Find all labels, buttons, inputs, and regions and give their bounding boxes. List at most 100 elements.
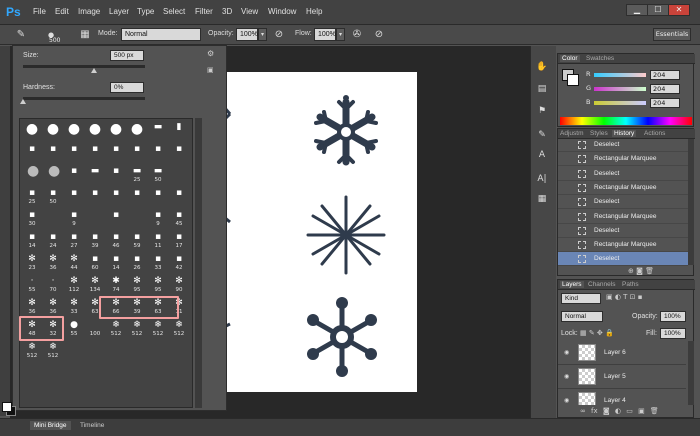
brush-preset[interactable]: ✻ 95 xyxy=(148,275,168,296)
size-slider[interactable] xyxy=(23,65,145,68)
brush-preset[interactable]: ✻ 23 xyxy=(22,253,42,274)
brush-preset[interactable]: ▪ xyxy=(43,143,63,164)
brush-preset[interactable]: ▪ 33 xyxy=(148,253,168,274)
lock-icon[interactable]: ▦ ✎ ✥ 🔒 xyxy=(580,329,630,339)
brush-preset[interactable]: ❄ 512 xyxy=(127,319,147,340)
brush-preset[interactable]: ● xyxy=(22,164,42,186)
layer-row[interactable]: ◉ Layer 4 xyxy=(558,389,686,405)
layer-filter-icons[interactable]: ▣ ◐ T ⊡ ▪ xyxy=(606,293,692,304)
brush-preset[interactable]: ✻ 33 xyxy=(64,297,84,318)
brush-preset[interactable]: 100 xyxy=(85,319,105,340)
new-preset-icon[interactable]: ▣ xyxy=(207,66,217,76)
layer-filter-kind[interactable]: Kind xyxy=(561,293,601,304)
brush-preset[interactable]: ▬ xyxy=(85,165,105,186)
history-item[interactable]: Deselect xyxy=(558,224,688,238)
brush-preset[interactable]: ▪ 50 xyxy=(43,187,63,208)
tab-timeline[interactable]: Timeline xyxy=(76,421,108,430)
brush-preset[interactable]: ▮ xyxy=(169,121,189,142)
history-item[interactable]: Rectangular Marquee xyxy=(558,210,688,224)
size-input[interactable]: 500 px xyxy=(110,50,144,61)
brush-preset[interactable]: ▪ 9 xyxy=(148,209,168,230)
brush-panel-toggle-icon[interactable]: ▦ xyxy=(78,28,92,42)
brush-preset[interactable]: ▪ xyxy=(106,187,126,208)
brush-preset[interactable]: ✻ 95 xyxy=(127,275,147,296)
menu-view[interactable]: View xyxy=(241,7,258,16)
close-button[interactable]: ✕ xyxy=(668,4,690,16)
brush-preset[interactable] xyxy=(43,209,63,230)
layer-name[interactable]: Layer 6 xyxy=(604,349,626,356)
brush-preset[interactable]: ▪ 24 xyxy=(43,231,63,252)
brush-preset[interactable]: ▪ xyxy=(85,143,105,164)
g-input[interactable]: 204 xyxy=(650,84,680,94)
brush-preset[interactable]: ▪ 14 xyxy=(22,231,42,252)
brush-preset[interactable]: ● xyxy=(127,121,147,142)
brush-preset[interactable]: ▪ xyxy=(106,165,126,186)
brush-preset[interactable]: ▪ xyxy=(148,187,168,208)
gear-icon[interactable]: ⚙ xyxy=(207,49,217,59)
brush-preset[interactable]: ▪ 45 xyxy=(169,209,189,230)
brush-preset[interactable]: ▪ xyxy=(64,165,84,186)
layer-row[interactable]: ◉ Layer 5 xyxy=(558,365,686,389)
brush-preset[interactable]: ● 55 xyxy=(64,319,84,340)
menu-type[interactable]: Type xyxy=(137,7,154,16)
tab-layers[interactable]: Layers xyxy=(560,281,584,288)
brush-preset[interactable]: ▪ 46 xyxy=(106,231,126,252)
brush-preset[interactable]: ✻ 134 xyxy=(85,275,105,296)
mode-select[interactable]: Normal xyxy=(121,28,201,41)
paragraph-icon[interactable]: A| xyxy=(535,172,549,186)
tab-channels[interactable]: Channels xyxy=(588,281,615,288)
brush-preset[interactable]: ✻ 112 xyxy=(64,275,84,296)
brush-preset[interactable]: ● xyxy=(85,121,105,142)
brush-preset[interactable]: ✻ 36 xyxy=(43,297,63,318)
brush-preset-list[interactable]: ● ● ● ● ● ● ▬ ▮ ▪ ▪ ▪ ▪ ▪ ▪ ▪ ▪ ● ● ▪ ▬ ▪ ▬ 25 ▬ 50 ▪ 25 ▪ 50 ▪ ▪ ▪ ▪ ▪ ▪ ▪… xyxy=(19,118,193,408)
background-color-swatch[interactable] xyxy=(567,74,579,86)
history-item[interactable]: Rectangular Marquee xyxy=(558,152,688,167)
brush-preset[interactable]: ▪ xyxy=(85,187,105,208)
brush-preset[interactable]: ▬ 50 xyxy=(148,165,168,186)
brush-preset[interactable]: ▬ 25 xyxy=(127,165,147,186)
layers-scrollbar[interactable] xyxy=(688,341,694,405)
brush-preset[interactable]: ▪ 30 xyxy=(22,209,42,230)
g-slider[interactable] xyxy=(594,87,646,91)
hardness-slider[interactable] xyxy=(23,97,145,100)
workspace-switcher[interactable]: Essentials xyxy=(653,28,691,41)
brush-preset[interactable] xyxy=(169,165,189,186)
brush-preset[interactable]: ▪ xyxy=(106,209,126,230)
layer-row[interactable]: ◉ Layer 6 xyxy=(558,341,686,365)
brush-preset[interactable]: ● xyxy=(22,121,42,142)
history-footer-icons[interactable]: ⊕ ◙ 🗑 xyxy=(628,267,688,275)
info-icon[interactable]: ▦ xyxy=(535,192,549,206)
menu-filter[interactable]: Filter xyxy=(195,7,213,16)
brush-preset[interactable]: ▪ 9 xyxy=(64,209,84,230)
brush-preset[interactable]: ❄ 512 xyxy=(148,319,168,340)
opacity-dropdown-arrow[interactable]: ▾ xyxy=(258,28,267,41)
layer-opacity-input[interactable]: 100% xyxy=(660,311,686,322)
brush-preset[interactable]: ▪ xyxy=(64,187,84,208)
brush-tool-icon[interactable]: ✎ xyxy=(14,28,28,42)
history-item[interactable]: Deselect xyxy=(558,252,688,266)
brush-preset[interactable]: · 55 xyxy=(22,275,42,296)
opacity-input[interactable]: 100% xyxy=(236,28,258,41)
menu-help[interactable]: Help xyxy=(306,7,322,16)
minimize-button[interactable]: ▁ xyxy=(626,4,648,16)
brush-preset[interactable]: ▪ 17 xyxy=(169,231,189,252)
brush-preset[interactable]: ▪ 42 xyxy=(169,253,189,274)
history-scrollbar[interactable] xyxy=(688,139,694,265)
brush-preset[interactable]: ▪ 25 xyxy=(22,187,42,208)
fill-input[interactable]: 100% xyxy=(660,328,686,339)
history-item[interactable]: Rectangular Marquee xyxy=(558,181,688,195)
brush-preset[interactable]: ✻ 44 xyxy=(64,253,84,274)
brush-preset[interactable]: ▪ xyxy=(64,143,84,164)
eye-icon[interactable]: ◉ xyxy=(564,349,572,356)
pressure-size-icon[interactable]: ⊘ xyxy=(372,28,386,42)
airbrush-icon[interactable]: ✇ xyxy=(350,28,364,42)
history-brush-icon[interactable]: ✋ xyxy=(535,60,549,74)
brush-preset[interactable]: ▪ xyxy=(127,143,147,164)
fg-color-swatch[interactable] xyxy=(2,402,12,412)
brush-preset[interactable]: ▪ xyxy=(169,187,189,208)
menu-image[interactable]: Image xyxy=(78,7,100,16)
brush-preset[interactable]: ▪ 60 xyxy=(85,253,105,274)
tab-styles[interactable]: Styles xyxy=(590,130,608,137)
history-item[interactable]: Deselect xyxy=(558,195,688,210)
tab-history[interactable]: History xyxy=(612,130,637,137)
